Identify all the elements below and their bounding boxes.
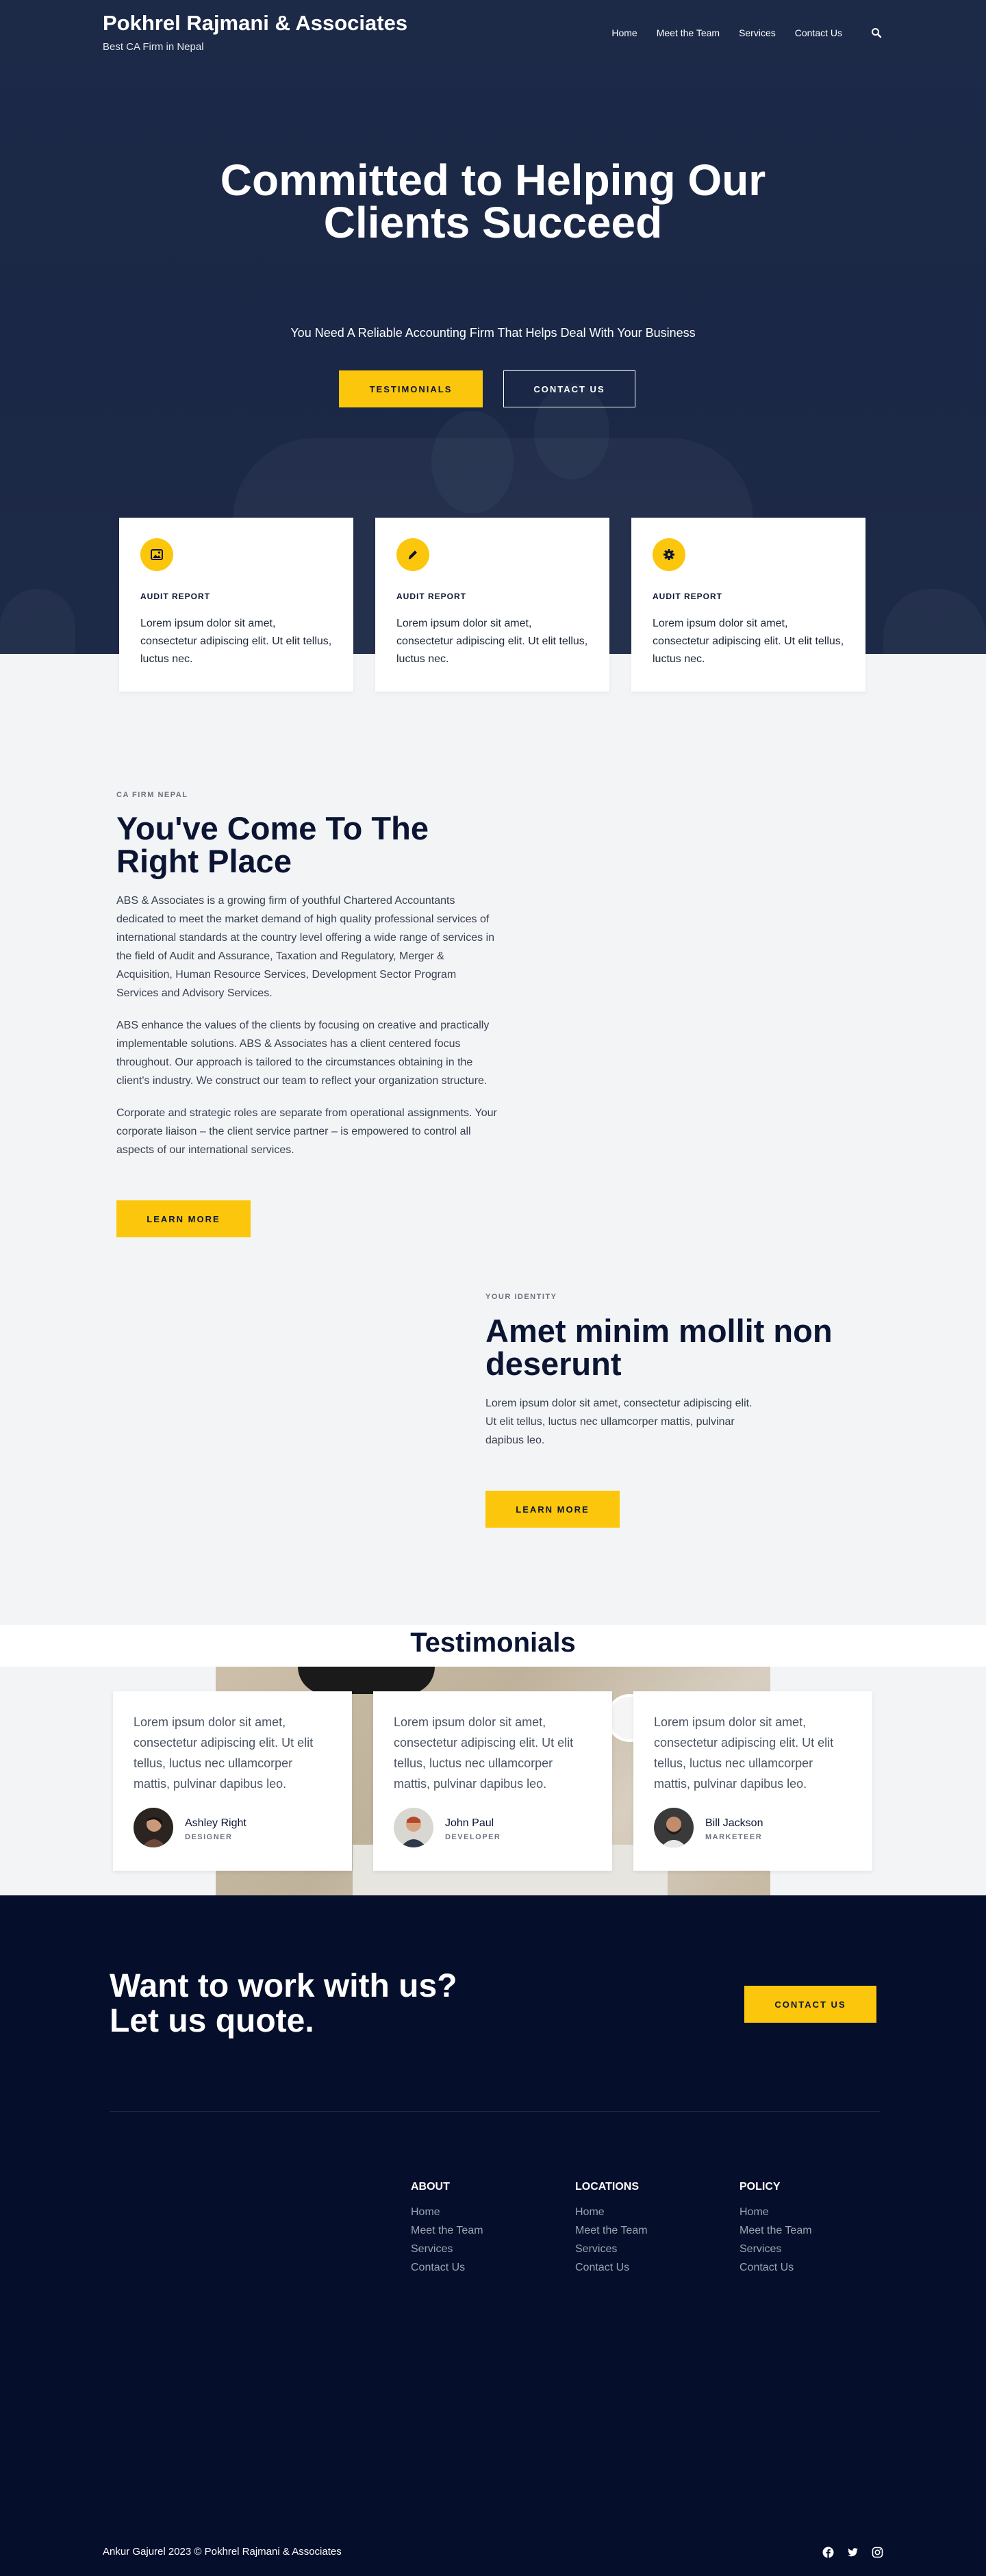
cta-contact-us-button[interactable]: CONTACT US — [744, 1986, 876, 2023]
testimonial-role: MARKETEER — [705, 1833, 763, 1841]
testimonial-name: Bill Jackson — [705, 1817, 763, 1829]
gear-icon — [653, 538, 685, 571]
image-icon — [140, 538, 173, 571]
hero-title: Committed to Helping Our Clients Succeed — [220, 155, 766, 247]
nav-home[interactable]: Home — [611, 27, 637, 38]
footer-heading: LOCATIONS — [575, 2181, 640, 2193]
footer-link-contact-us[interactable]: Contact Us — [411, 2258, 483, 2277]
footer-link-home[interactable]: Home — [411, 2203, 483, 2221]
footer-link-services[interactable]: Services — [740, 2240, 812, 2258]
copyright: Ankur Gajurel 2023 © Pokhrel Rajmani & A… — [103, 2546, 342, 2558]
facebook-icon[interactable] — [822, 2547, 834, 2558]
about-paragraph: ABS enhance the values of the clients by… — [116, 1020, 490, 1087]
testimonial-name: Ashley Right — [185, 1817, 246, 1829]
testimonial-card: Lorem ipsum dolor sit amet, consectetur … — [113, 1691, 352, 1871]
footer-link-meet-the-team[interactable]: Meet the Team — [411, 2221, 483, 2240]
testimonial-card: Lorem ipsum dolor sit amet, consectetur … — [373, 1691, 612, 1871]
testimonial-role: DEVELOPER — [445, 1833, 501, 1841]
feature-text: Lorem ipsum dolor sit amet, consectetur … — [396, 618, 588, 665]
site-tagline: Best CA Firm in Nepal — [103, 41, 204, 53]
feature-text: Lorem ipsum dolor sit amet, consectetur … — [653, 618, 844, 665]
testimonial-quote: Lorem ipsum dolor sit amet, consectetur … — [654, 1715, 834, 1791]
footer-column-locations: LOCATIONS Home Meet the Team Services Co… — [575, 2181, 648, 2277]
about-title: You've Come To The Right Place — [116, 810, 429, 879]
footer-link-home[interactable]: Home — [575, 2203, 648, 2221]
identity-text: Lorem ipsum dolor sit amet, consectetur … — [485, 1398, 753, 1446]
footer-divider — [110, 2111, 880, 2112]
testimonial-quote: Lorem ipsum dolor sit amet, consectetur … — [134, 1715, 314, 1791]
nav-contact-us[interactable]: Contact Us — [795, 27, 842, 38]
about-paragraph: ABS & Associates is a growing firm of yo… — [116, 895, 495, 999]
feature-label: AUDIT REPORT — [396, 592, 466, 601]
avatar — [654, 1808, 694, 1847]
footer-column-about: ABOUT Home Meet the Team Services Contac… — [411, 2181, 483, 2277]
feature-card: AUDIT REPORT Lorem ipsum dolor sit amet,… — [119, 518, 353, 692]
feature-card: AUDIT REPORT Lorem ipsum dolor sit amet,… — [631, 518, 865, 692]
contact-us-button[interactable]: CONTACT US — [503, 370, 635, 407]
identity-title: Amet minim mollit non deserunt — [485, 1313, 833, 1382]
about-paragraph: Corporate and strategic roles are separa… — [116, 1107, 497, 1156]
footer-heading: POLICY — [740, 2181, 781, 2193]
feature-text: Lorem ipsum dolor sit amet, consectetur … — [140, 618, 332, 665]
testimonials-title: Testimonials — [410, 1628, 576, 1658]
cta-title: Want to work with us? Let us quote. — [110, 1968, 457, 2039]
site-title[interactable]: Pokhrel Rajmani & Associates — [103, 11, 407, 36]
testimonial-role: DESIGNER — [185, 1833, 233, 1841]
identity-eyebrow: YOUR IDENTITY — [485, 1293, 557, 1301]
identity-learn-more-button[interactable]: LEARN MORE — [485, 1491, 620, 1528]
testimonial-card: Lorem ipsum dolor sit amet, consectetur … — [633, 1691, 872, 1871]
pen-icon — [396, 538, 429, 571]
about-learn-more-button[interactable]: LEARN MORE — [116, 1200, 251, 1237]
footer-link-services[interactable]: Services — [411, 2240, 483, 2258]
footer-link-meet-the-team[interactable]: Meet the Team — [740, 2221, 812, 2240]
testimonials-button[interactable]: TESTIMONIALS — [339, 370, 483, 407]
feature-label: AUDIT REPORT — [653, 592, 722, 601]
hero-subtitle: You Need A Reliable Accounting Firm That… — [290, 326, 696, 340]
search-icon[interactable] — [871, 27, 882, 38]
avatar — [394, 1808, 433, 1847]
footer-link-home[interactable]: Home — [740, 2203, 812, 2221]
nav-services[interactable]: Services — [739, 27, 776, 38]
main-nav: Home Meet the Team Services Contact Us — [611, 27, 842, 38]
hero-photo-chair — [0, 589, 75, 654]
avatar — [134, 1808, 173, 1847]
footer-heading: ABOUT — [411, 2181, 450, 2193]
feature-card: AUDIT REPORT Lorem ipsum dolor sit amet,… — [375, 518, 609, 692]
footer-link-contact-us[interactable]: Contact Us — [740, 2258, 812, 2277]
about-eyebrow: CA FIRM NEPAL — [116, 791, 188, 799]
footer-column-policy: POLICY Home Meet the Team Services Conta… — [740, 2181, 812, 2277]
footer-link-services[interactable]: Services — [575, 2240, 648, 2258]
testimonial-name: John Paul — [445, 1817, 494, 1829]
twitter-icon[interactable] — [847, 2547, 859, 2558]
footer-link-meet-the-team[interactable]: Meet the Team — [575, 2221, 648, 2240]
footer-link-contact-us[interactable]: Contact Us — [575, 2258, 648, 2277]
hero-photo-chair — [883, 589, 986, 654]
nav-meet-the-team[interactable]: Meet the Team — [657, 27, 720, 38]
photo-keyboard — [298, 1667, 435, 1694]
testimonial-quote: Lorem ipsum dolor sit amet, consectetur … — [394, 1715, 574, 1791]
feature-label: AUDIT REPORT — [140, 592, 210, 601]
instagram-icon[interactable] — [872, 2547, 883, 2558]
